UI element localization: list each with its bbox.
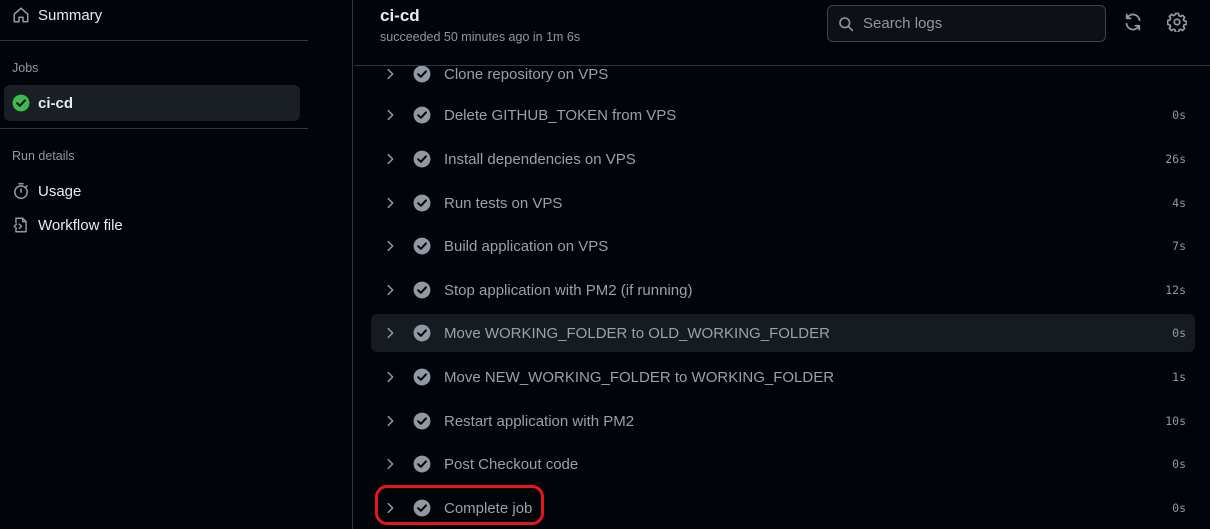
stopwatch-icon xyxy=(12,182,30,200)
settings-button[interactable] xyxy=(1166,12,1188,34)
chevron-right-icon xyxy=(383,457,397,471)
sidebar-item-label: ci-cd xyxy=(38,94,74,112)
sidebar-item-usage[interactable]: Usage xyxy=(4,174,300,208)
step-row[interactable]: Stop application with PM2 (if running) 1… xyxy=(371,271,1195,309)
home-icon xyxy=(12,6,30,24)
step-name: Stop application with PM2 (if running) xyxy=(444,281,693,299)
chevron-right-icon xyxy=(383,239,397,253)
search-icon xyxy=(839,16,854,31)
sidebar-item-workflow-file[interactable]: Workflow file xyxy=(4,208,300,242)
sidebar-item-summary[interactable]: Summary xyxy=(4,0,300,32)
step-name: Delete GITHUB_TOKEN from VPS xyxy=(444,106,677,124)
chevron-right-icon xyxy=(383,370,397,384)
check-circle-icon xyxy=(413,412,431,430)
sidebar-divider xyxy=(0,40,308,41)
sidebar-item-label: Summary xyxy=(38,6,103,24)
check-circle-icon xyxy=(413,194,431,212)
sidebar: Summary Jobs ci-cd Run details Usage Wor… xyxy=(0,0,353,529)
job-status-summary: succeeded 50 minutes ago in 1m 6s xyxy=(380,30,581,44)
job-title: ci-cd xyxy=(380,6,420,25)
check-circle-icon xyxy=(413,455,431,473)
step-row-complete-job[interactable]: Complete job 0s xyxy=(371,489,1195,527)
step-row[interactable]: Build application on VPS 7s xyxy=(371,227,1195,265)
chevron-right-icon xyxy=(383,108,397,122)
step-name: Restart application with PM2 xyxy=(444,412,635,430)
sidebar-item-job[interactable]: ci-cd xyxy=(4,85,300,121)
run-details-heading: Run details xyxy=(12,149,75,163)
step-row-hovered[interactable]: Move WORKING_FOLDER to OLD_WORKING_FOLDE… xyxy=(371,314,1195,352)
steps-list: Clone repository on VPS Delete GITHUB_TO… xyxy=(354,0,1210,529)
step-name: Complete job xyxy=(444,499,533,517)
step-duration: 0s xyxy=(1172,501,1186,515)
app: Summary Jobs ci-cd Run details Usage Wor… xyxy=(0,0,1210,529)
jobs-heading: Jobs xyxy=(12,61,39,75)
check-circle-icon xyxy=(413,324,431,342)
step-name: Build application on VPS xyxy=(444,237,609,255)
step-name: Move WORKING_FOLDER to OLD_WORKING_FOLDE… xyxy=(444,324,830,342)
check-circle-icon xyxy=(413,368,431,386)
check-circle-icon xyxy=(413,106,431,124)
check-circle-icon xyxy=(413,281,431,299)
search-logs-input[interactable] xyxy=(863,15,1083,32)
step-row[interactable]: Post Checkout code 0s xyxy=(371,445,1195,483)
refresh-button[interactable] xyxy=(1123,12,1143,32)
step-duration: 4s xyxy=(1172,196,1186,210)
chevron-right-icon xyxy=(383,152,397,166)
step-duration: 0s xyxy=(1172,457,1186,471)
step-duration: 26s xyxy=(1165,152,1186,166)
step-row[interactable]: Move NEW_WORKING_FOLDER to WORKING_FOLDE… xyxy=(371,358,1195,396)
gear-icon xyxy=(1166,12,1188,34)
chevron-right-icon xyxy=(383,67,397,81)
step-name: Clone repository on VPS xyxy=(444,65,609,83)
search-logs-box[interactable] xyxy=(827,5,1106,42)
sidebar-item-label: Workflow file xyxy=(38,216,123,234)
check-circle-filled-icon xyxy=(12,94,30,112)
chevron-right-icon xyxy=(383,501,397,515)
chevron-right-icon xyxy=(383,196,397,210)
step-duration: 10s xyxy=(1165,414,1186,428)
step-row[interactable]: Delete GITHUB_TOKEN from VPS 0s xyxy=(371,96,1195,134)
step-name: Post Checkout code xyxy=(444,455,579,473)
job-header: ci-cd succeeded 50 minutes ago in 1m 6s xyxy=(354,0,1210,66)
workflow-file-icon xyxy=(12,216,30,234)
check-circle-icon xyxy=(413,65,431,83)
sidebar-divider xyxy=(0,128,308,129)
check-circle-icon xyxy=(413,150,431,168)
step-duration: 1s xyxy=(1172,370,1186,384)
job-log-panel: ci-cd succeeded 50 minutes ago in 1m 6s xyxy=(354,0,1210,529)
step-row[interactable]: Run tests on VPS 4s xyxy=(371,184,1195,222)
check-circle-icon xyxy=(413,499,431,517)
sync-icon xyxy=(1125,13,1141,31)
step-name: Install dependencies on VPS xyxy=(444,150,636,168)
chevron-right-icon xyxy=(383,283,397,297)
chevron-right-icon xyxy=(383,326,397,340)
step-duration: 7s xyxy=(1172,239,1186,253)
sidebar-item-label: Usage xyxy=(38,182,82,200)
step-row[interactable]: Install dependencies on VPS 26s xyxy=(371,140,1195,178)
step-row[interactable]: Restart application with PM2 10s xyxy=(371,402,1195,440)
check-circle-icon xyxy=(413,237,431,255)
step-duration: 0s xyxy=(1172,326,1186,340)
step-name: Run tests on VPS xyxy=(444,194,563,212)
step-name: Move NEW_WORKING_FOLDER to WORKING_FOLDE… xyxy=(444,368,835,386)
step-duration: 0s xyxy=(1172,108,1186,122)
chevron-right-icon xyxy=(383,414,397,428)
step-duration: 12s xyxy=(1165,283,1186,297)
